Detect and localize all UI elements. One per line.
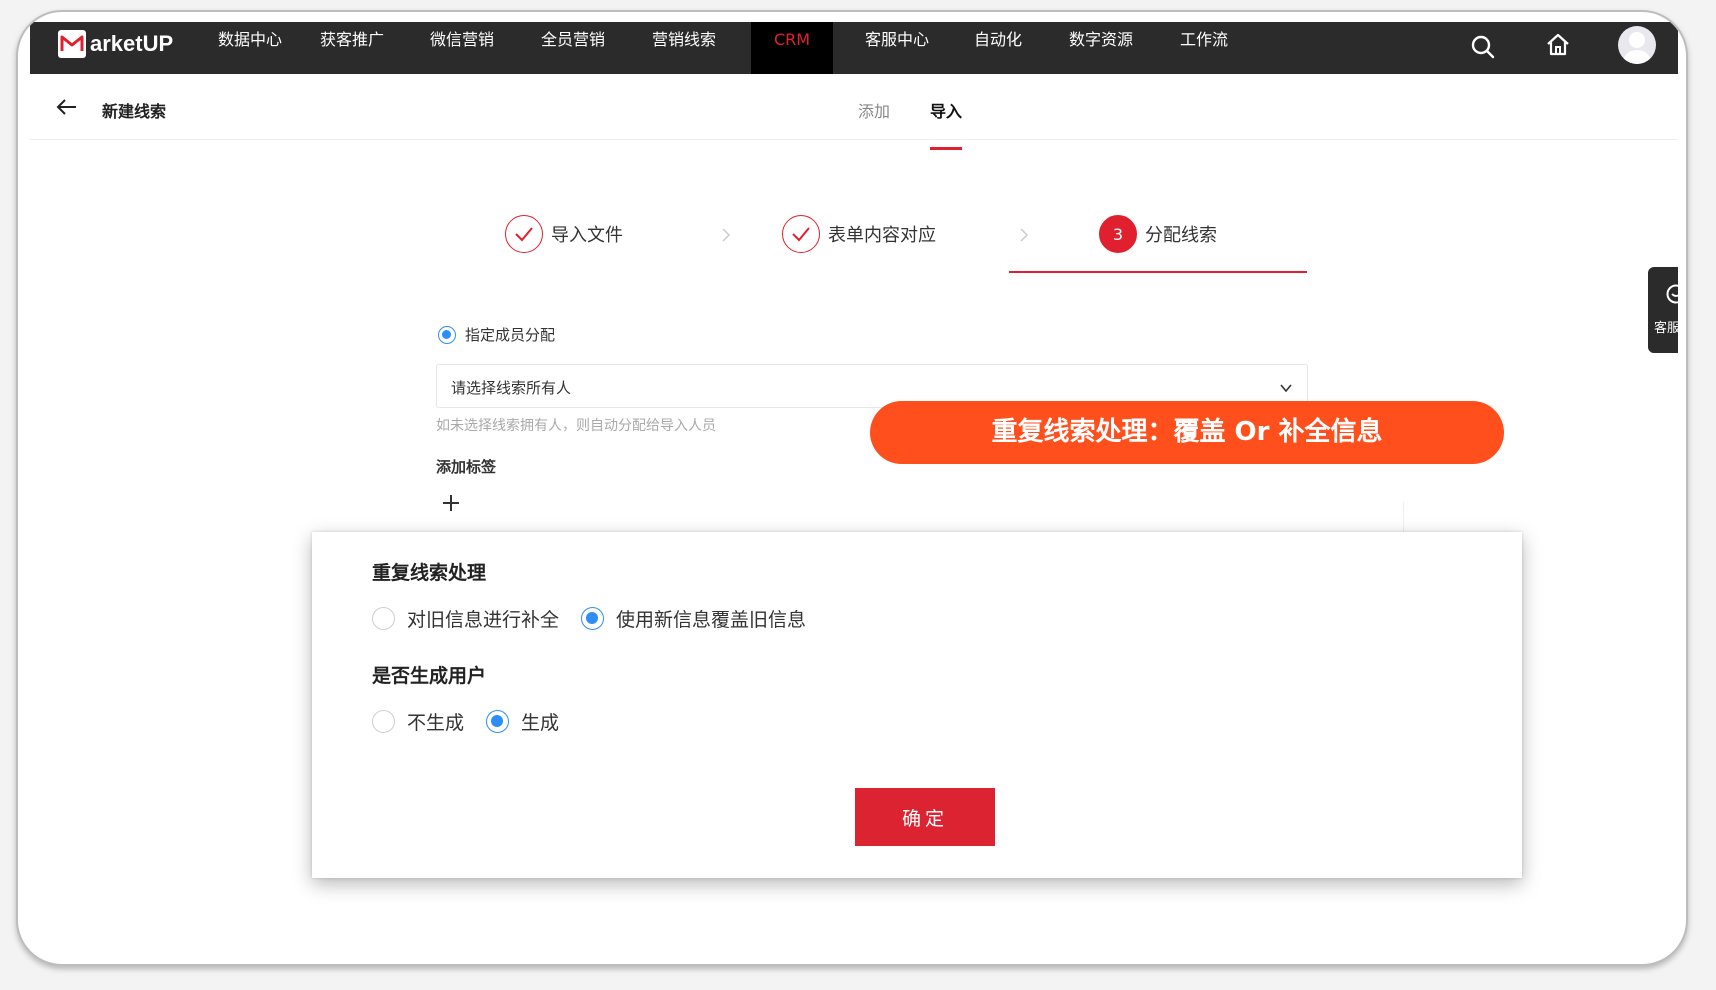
assign-member-label: 指定成员分配 [465,326,556,344]
back-arrow-icon[interactable] [56,96,78,118]
import-options-panel: 重复线索处理 对旧信息进行补全 使用新信息覆盖旧信息 是否生成用户 不生成 生成… [312,532,1522,878]
option-overwrite[interactable]: 使用新信息覆盖旧信息 [581,605,806,632]
chevron-right-icon [720,227,732,242]
generate-user-title: 是否生成用户 [372,665,487,687]
option-label: 对旧信息进行补全 [407,609,560,631]
generate-user-options: 不生成 生成 [372,708,581,735]
duplicate-handling-options: 对旧信息进行补全 使用新信息覆盖旧信息 [372,605,828,632]
owner-hint: 如未选择线索拥有人，则自动分配给导入人员 [436,418,716,434]
step-number: 3 [1099,215,1137,253]
plus-icon[interactable] [440,492,462,514]
option-supplement[interactable]: 对旧信息进行补全 [372,605,559,632]
add-tag-label: 添加标签 [436,458,497,476]
logo[interactable]: arketUP [58,30,173,58]
confirm-button[interactable]: 确定 [855,788,995,846]
chevron-right-icon [1018,227,1030,242]
step-field-mapping: 表单内容对应 [782,214,936,254]
radio-unselected[interactable] [372,710,395,733]
nav-item-all-staff-marketing[interactable]: 全员营销 [533,22,613,74]
avatar[interactable] [1618,26,1656,64]
option-no-generate[interactable]: 不生成 [372,708,464,735]
nav-item-digital-assets[interactable]: 数字资源 [1061,22,1141,74]
step-label: 分配线索 [1145,225,1217,246]
customer-service-label: 客服消息 [1654,321,1678,336]
assign-member-radio[interactable]: 指定成员分配 [438,324,555,345]
chevron-down-icon [1279,380,1293,394]
tab-add[interactable]: 添加 [858,98,890,122]
sub-header: 新建线索 添加 导入 [30,74,1678,140]
nav-item-marketing-leads[interactable]: 营销线索 [644,22,724,74]
radio-selected[interactable] [581,607,605,630]
option-label: 使用新信息覆盖旧信息 [616,609,807,631]
logo-text: arketUP [90,31,174,56]
nav-item-data-center[interactable]: 数据中心 [210,22,290,74]
option-label: 不生成 [407,712,465,734]
step-assign-leads: 3 分配线索 [1099,214,1217,254]
check-icon [505,215,543,253]
step-label: 导入文件 [551,225,623,246]
page-title: 新建线索 [102,102,167,121]
radio-unselected[interactable] [372,607,395,630]
chat-icon [1664,283,1678,307]
current-step-indicator [1009,271,1307,273]
nav-item-crm[interactable]: CRM [751,22,833,74]
device-frame: arketUP 数据中心 获客推广 微信营销 全员营销 营销线索 CRM 客服中… [16,10,1688,966]
step-label: 表单内容对应 [828,225,936,246]
logo-icon [58,30,86,58]
search-icon[interactable] [1470,34,1496,60]
check-icon [782,215,820,253]
nav-item-wechat-marketing[interactable]: 微信营销 [422,22,502,74]
owner-select-placeholder: 请选择线索所有人 [451,379,572,397]
nav-item-workflow[interactable]: 工作流 [1172,22,1236,74]
nav-item-automation[interactable]: 自动化 [966,22,1030,74]
top-nav: arketUP 数据中心 获客推广 微信营销 全员营销 营销线索 CRM 客服中… [30,22,1678,74]
customer-service-widget[interactable]: 客服消息 [1648,267,1678,353]
active-tab-indicator [930,147,962,150]
home-icon[interactable] [1545,32,1571,58]
step-import-file: 导入文件 [505,214,623,254]
option-generate[interactable]: 生成 [486,708,559,735]
tab-import[interactable]: 导入 [930,98,962,122]
nav-item-customer-service[interactable]: 客服中心 [857,22,937,74]
radio-selected[interactable] [486,710,510,733]
option-label: 生成 [521,712,560,734]
radio-selected[interactable] [438,325,456,344]
annotation-callout: 重复线索处理：覆盖 Or 补全信息 [870,401,1504,464]
nav-item-acquisition[interactable]: 获客推广 [312,22,392,74]
duplicate-handling-title: 重复线索处理 [372,562,487,584]
